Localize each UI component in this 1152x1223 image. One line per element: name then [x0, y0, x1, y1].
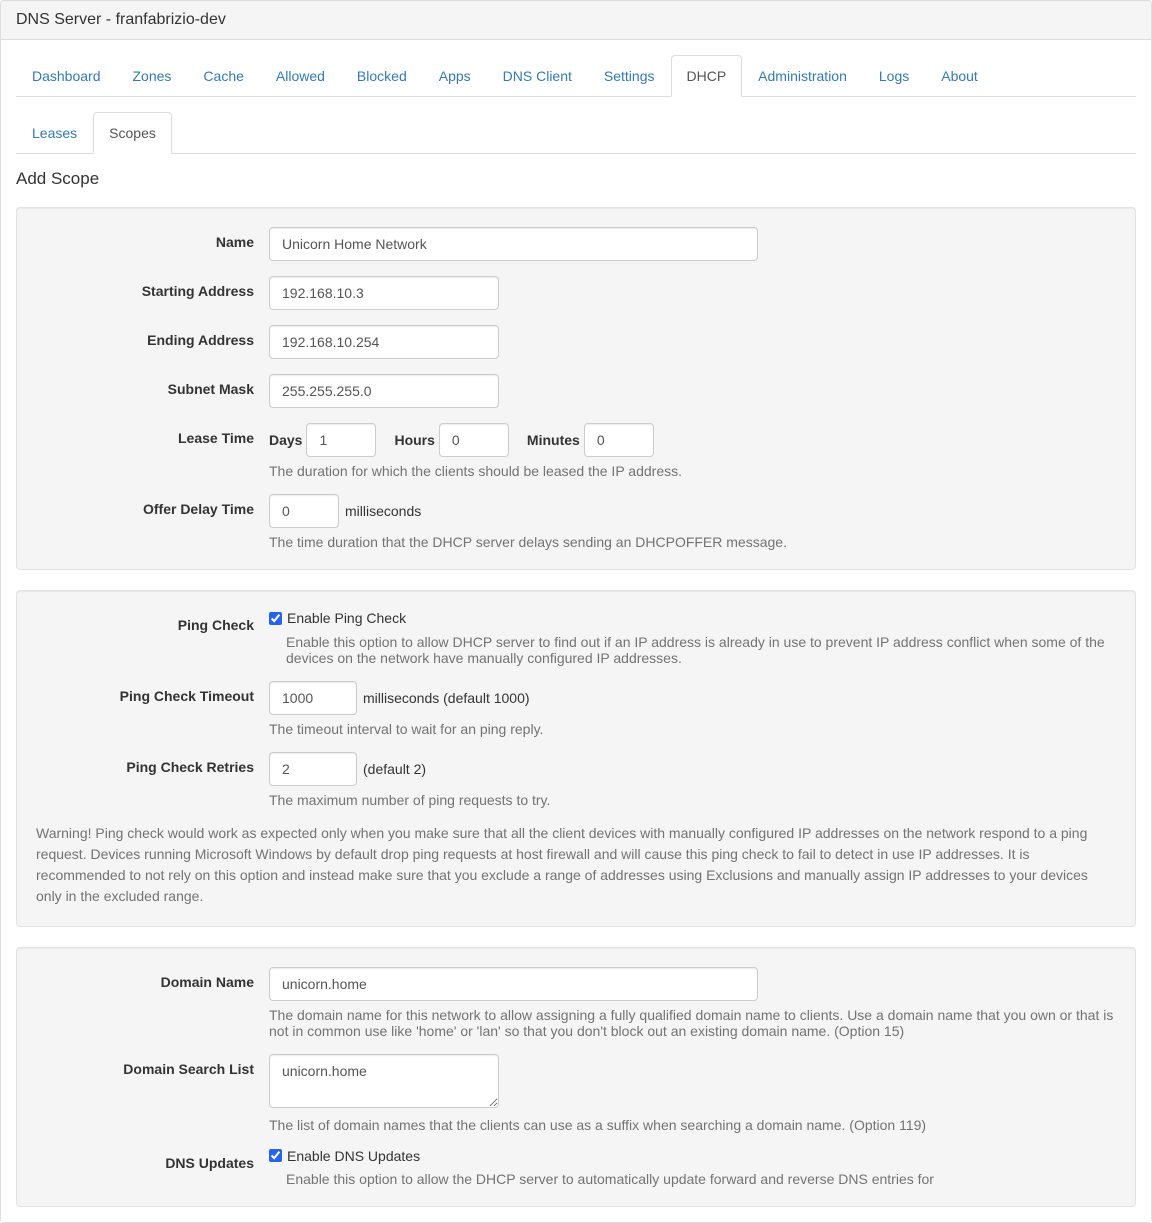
domain-search-help: The list of domain names that the client… — [269, 1117, 1116, 1133]
starting-address-label: Starting Address — [36, 276, 269, 299]
ending-address-input[interactable] — [269, 325, 499, 359]
domain-name-help: The domain name for this network to allo… — [269, 1007, 1116, 1039]
tab-cache[interactable]: Cache — [187, 55, 259, 97]
ping-warning-text: Warning! Ping check would work as expect… — [36, 823, 1116, 907]
name-label: Name — [36, 227, 269, 250]
tab-allowed[interactable]: Allowed — [260, 55, 341, 97]
domain-name-label: Domain Name — [36, 967, 269, 990]
tab-about[interactable]: About — [925, 55, 994, 97]
dns-updates-help: Enable this option to allow the DHCP ser… — [286, 1171, 1116, 1187]
subnet-mask-input[interactable] — [269, 374, 499, 408]
subtab-scopes[interactable]: Scopes — [93, 112, 172, 154]
tab-dhcp[interactable]: DHCP — [671, 55, 743, 97]
offer-delay-label: Offer Delay Time — [36, 494, 269, 517]
hours-label: Hours — [394, 432, 438, 448]
scope-well-ping: Ping Check Enable Ping Check Enable this… — [16, 590, 1136, 927]
subnet-mask-label: Subnet Mask — [36, 374, 269, 397]
ping-check-checkbox-label: Enable Ping Check — [287, 610, 406, 626]
ping-timeout-input[interactable] — [269, 681, 357, 715]
ping-check-label: Ping Check — [36, 610, 269, 633]
lease-hours-input[interactable] — [439, 423, 509, 457]
panel-body: DashboardZonesCacheAllowedBlockedAppsDNS… — [1, 40, 1151, 1222]
ping-check-checkbox-row[interactable]: Enable Ping Check — [269, 610, 406, 626]
lease-time-help: The duration for which the clients shoul… — [269, 463, 1116, 479]
minutes-label: Minutes — [527, 432, 584, 448]
tab-dashboard[interactable]: Dashboard — [16, 55, 117, 97]
lease-days-input[interactable] — [306, 423, 376, 457]
tab-zones[interactable]: Zones — [117, 55, 188, 97]
tab-logs[interactable]: Logs — [863, 55, 925, 97]
lease-time-label: Lease Time — [36, 423, 269, 446]
starting-address-input[interactable] — [269, 276, 499, 310]
ping-timeout-help: The timeout interval to wait for an ping… — [269, 721, 1116, 737]
tab-settings[interactable]: Settings — [588, 55, 671, 97]
main-tabs: DashboardZonesCacheAllowedBlockedAppsDNS… — [16, 55, 1136, 97]
ending-address-label: Ending Address — [36, 325, 269, 348]
ping-timeout-unit: milliseconds (default 1000) — [363, 690, 530, 706]
name-input[interactable] — [269, 227, 758, 261]
section-title: Add Scope — [16, 169, 1136, 189]
ping-check-checkbox[interactable] — [269, 612, 282, 625]
main-panel: DNS Server - franfabrizio-dev DashboardZ… — [0, 0, 1152, 1223]
tab-blocked[interactable]: Blocked — [341, 55, 423, 97]
offer-delay-help: The time duration that the DHCP server d… — [269, 534, 1116, 550]
ping-retries-help: The maximum number of ping requests to t… — [269, 792, 1116, 808]
dns-updates-checkbox[interactable] — [269, 1149, 282, 1162]
domain-search-textarea[interactable] — [269, 1054, 499, 1108]
dns-updates-checkbox-row[interactable]: Enable DNS Updates — [269, 1148, 420, 1164]
domain-name-input[interactable] — [269, 967, 758, 1001]
ping-check-help: Enable this option to allow DHCP server … — [286, 634, 1116, 666]
dns-updates-checkbox-label: Enable DNS Updates — [287, 1148, 420, 1164]
domain-search-label: Domain Search List — [36, 1054, 269, 1077]
dns-updates-label: DNS Updates — [36, 1148, 269, 1171]
sub-tabs: LeasesScopes — [16, 112, 1136, 154]
subtab-leases[interactable]: Leases — [16, 112, 93, 154]
offer-delay-unit: milliseconds — [345, 503, 421, 519]
ping-retries-label: Ping Check Retries — [36, 752, 269, 775]
offer-delay-input[interactable] — [269, 494, 339, 528]
scope-well-domain: Domain Name The domain name for this net… — [16, 947, 1136, 1208]
scope-well-basic: Name Starting Address Ending Address Sub… — [16, 207, 1136, 570]
lease-minutes-input[interactable] — [584, 423, 654, 457]
tab-dns-client[interactable]: DNS Client — [487, 55, 588, 97]
panel-title: DNS Server - franfabrizio-dev — [1, 1, 1151, 40]
ping-timeout-label: Ping Check Timeout — [36, 681, 269, 704]
days-label: Days — [269, 432, 306, 448]
tab-apps[interactable]: Apps — [423, 55, 487, 97]
ping-retries-unit: (default 2) — [363, 761, 426, 777]
ping-retries-input[interactable] — [269, 752, 357, 786]
tab-administration[interactable]: Administration — [742, 55, 863, 97]
